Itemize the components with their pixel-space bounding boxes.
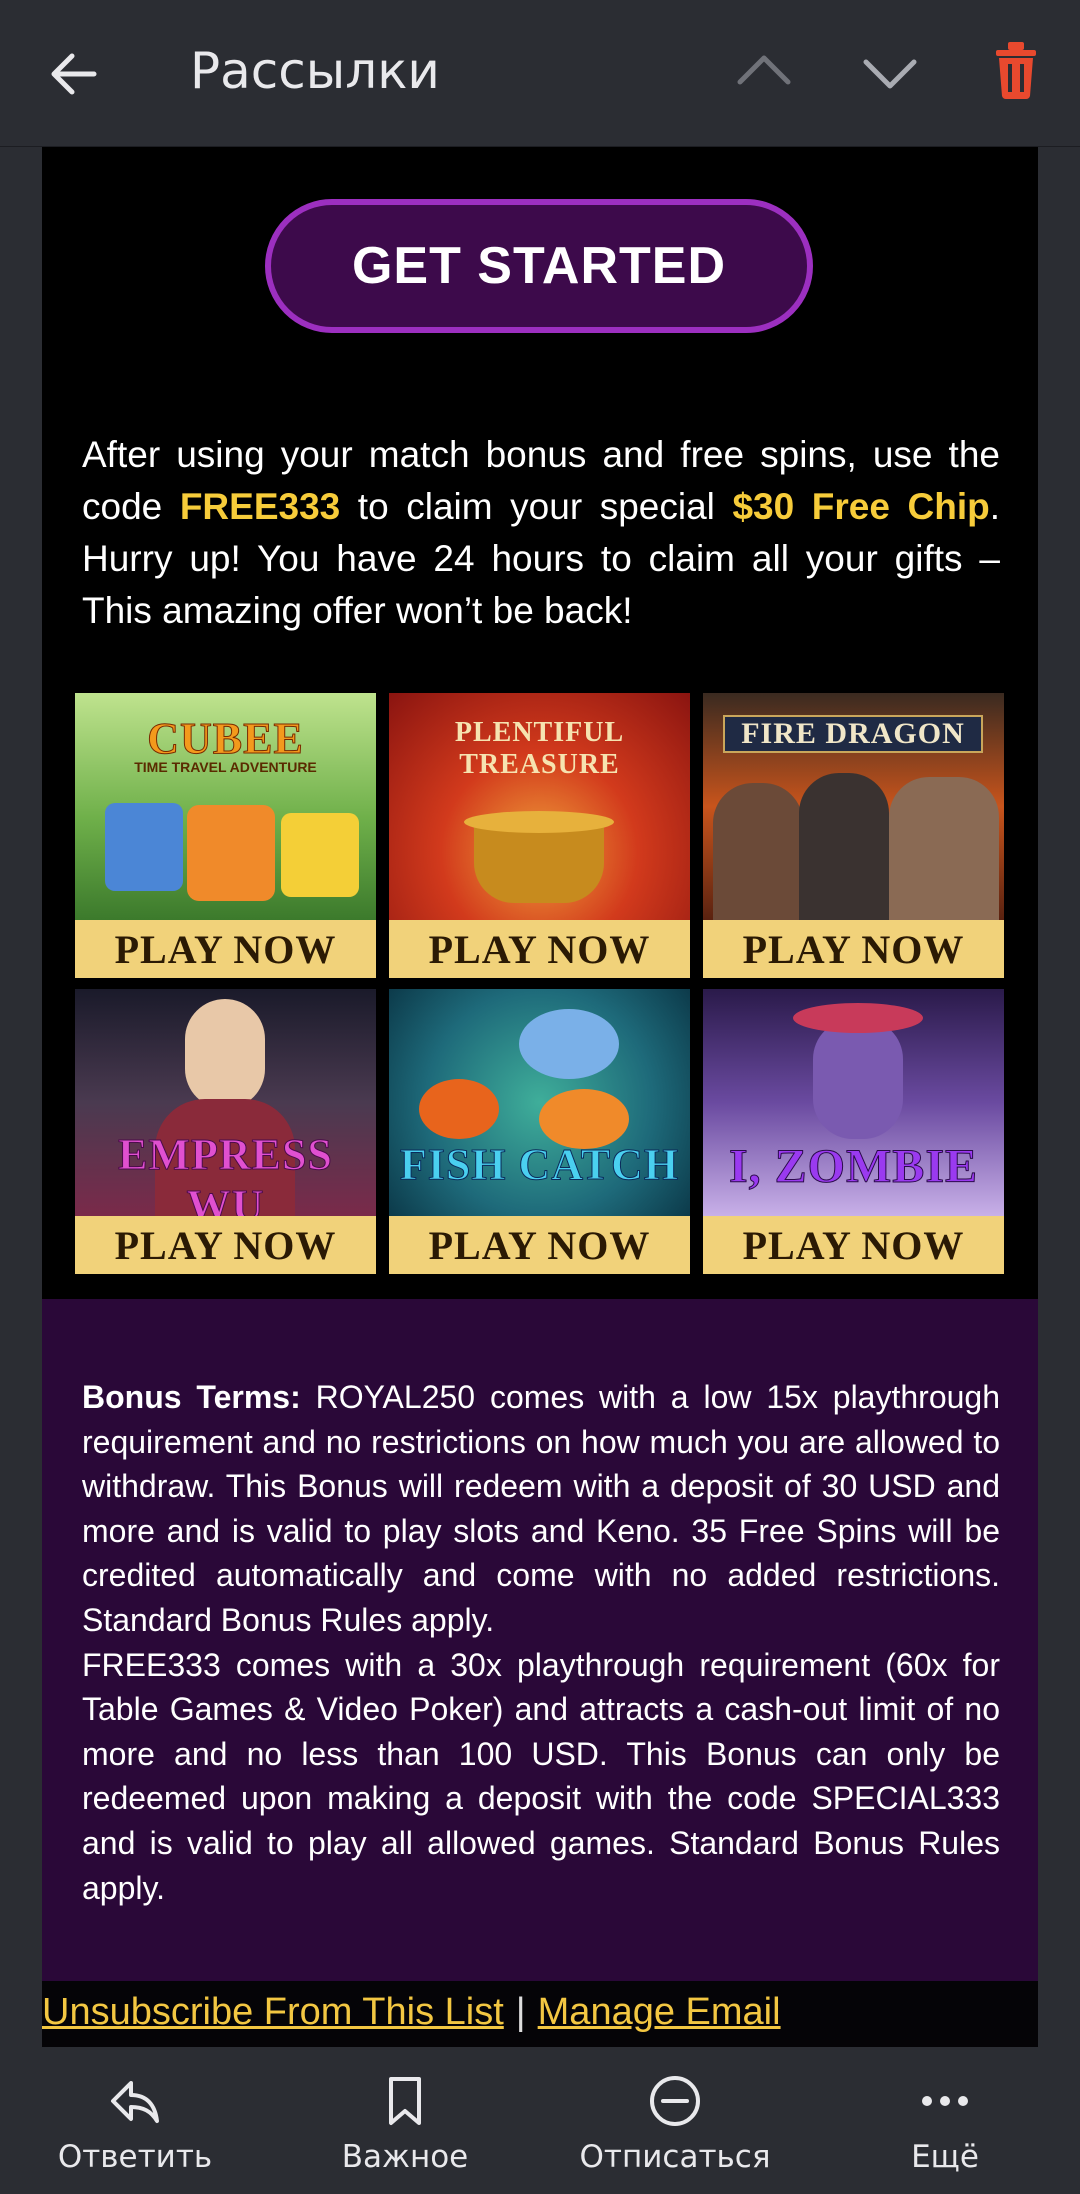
game-subtitle: TIME TRAVEL ADVENTURE (134, 759, 317, 775)
play-now-button[interactable]: PLAY NOW (389, 1216, 690, 1274)
play-now-button[interactable]: PLAY NOW (703, 920, 1004, 978)
get-started-label: GET STARTED (351, 237, 727, 295)
important-button[interactable]: Важное (305, 2047, 505, 2194)
trash-icon[interactable] (994, 40, 1038, 100)
game-art: FIRE DRAGON (703, 693, 1004, 920)
reply-label: Ответить (57, 2139, 213, 2175)
game-art: FISH CATCH (389, 989, 690, 1216)
bonus-terms-royal250: ROYAL250 comes with a low 15x playthroug… (82, 1379, 1001, 1638)
more-button[interactable]: Ещё (845, 2047, 1045, 2194)
play-now-button[interactable]: PLAY NOW (75, 920, 376, 978)
play-now-button[interactable]: PLAY NOW (389, 920, 690, 978)
promo-code: FREE333 (179, 486, 341, 527)
game-title: PLENTIFUL TREASURE (454, 717, 625, 780)
game-art: CUBEE TIME TRAVEL ADVENTURE (75, 693, 376, 920)
game-tile-plentiful-treasure[interactable]: PLENTIFUL TREASURE PLAY NOW (389, 693, 690, 978)
game-tile-fish-catch[interactable]: FISH CATCH PLAY NOW (389, 989, 690, 1274)
intro-part-2: to claim your special (340, 486, 733, 527)
games-grid: CUBEE TIME TRAVEL ADVENTURE PLAY NOW PLE… (75, 693, 1005, 1274)
manage-email-link[interactable]: Manage Email (538, 1991, 781, 2033)
free-chip-highlight: $30 Free Chip (732, 486, 990, 527)
get-started-button[interactable]: GET STARTED (265, 199, 813, 333)
bonus-terms-text: Bonus Terms: ROYAL250 comes with a low 1… (82, 1375, 1000, 1910)
chevron-down-icon[interactable] (862, 54, 918, 94)
game-tile-empress-wu[interactable]: EMPRESS WU PLAY NOW (75, 989, 376, 1274)
link-separator: | (515, 1991, 526, 2033)
important-label: Важное (341, 2139, 469, 2175)
minus-circle-icon (650, 2076, 700, 2126)
bookmark-icon (389, 2077, 421, 2125)
bottom-action-bar: Ответить Важное Отписаться Ещё (0, 2047, 1080, 2194)
game-tile-fire-dragon[interactable]: FIRE DRAGON PLAY NOW (703, 693, 1004, 978)
game-art: PLENTIFUL TREASURE (389, 693, 690, 920)
reply-button[interactable]: Ответить (35, 2047, 235, 2194)
bonus-terms-label: Bonus Terms: (82, 1379, 301, 1415)
more-dots-icon (922, 2096, 968, 2106)
unsubscribe-button[interactable]: Отписаться (575, 2047, 775, 2194)
bonus-terms-free333: FREE333 comes with a 30x playthrough req… (82, 1646, 1000, 1906)
play-now-button[interactable]: PLAY NOW (75, 1216, 376, 1274)
reply-icon (111, 2081, 159, 2123)
game-title: EMPRESS WU (118, 1130, 333, 1217)
game-art: I, ZOMBIE (703, 989, 1004, 1216)
unsubscribe-link[interactable]: Unsubscribe From This List (42, 1991, 504, 2033)
unsubscribe-label: Отписаться (579, 2139, 771, 2175)
game-tile-i-zombie[interactable]: I, ZOMBIE PLAY NOW (703, 989, 1004, 1274)
game-title: FIRE DRAGON (723, 715, 983, 753)
email-body: GET STARTED After using your match bonus… (42, 147, 1038, 2047)
arrow-left-icon[interactable] (48, 48, 100, 100)
top-bar: Рассылки (0, 0, 1080, 147)
bonus-terms-section: Bonus Terms: ROYAL250 comes with a low 1… (42, 1299, 1038, 1981)
game-tile-cubee[interactable]: CUBEE TIME TRAVEL ADVENTURE PLAY NOW (75, 693, 376, 978)
game-art: EMPRESS WU (75, 989, 376, 1216)
game-title: CUBEE (147, 714, 304, 764)
folder-title: Рассылки (190, 42, 440, 100)
play-now-button[interactable]: PLAY NOW (703, 1216, 1004, 1274)
chevron-up-icon[interactable] (736, 50, 792, 90)
intro-text: After using your match bonus and free sp… (82, 429, 1000, 637)
footer-links: Unsubscribe From This List | Manage Email (42, 1981, 1038, 2047)
game-title: I, ZOMBIE (728, 1140, 979, 1194)
more-label: Ещё (911, 2139, 979, 2175)
game-title: FISH CATCH (399, 1140, 680, 1190)
